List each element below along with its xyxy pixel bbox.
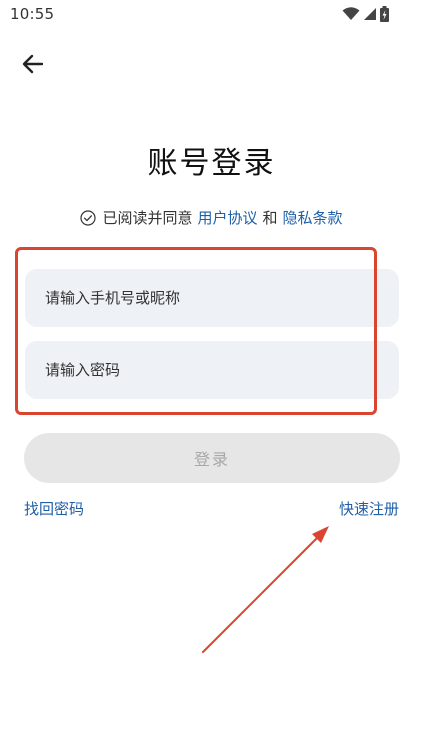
password-input[interactable]: [43, 360, 399, 380]
wifi-icon: [342, 7, 360, 20]
agreement-prefix: 已阅读并同意: [102, 209, 193, 227]
status-icons: [342, 6, 389, 22]
agreement-conjunction: 和: [262, 209, 278, 227]
account-field[interactable]: [25, 269, 399, 327]
password-field[interactable]: [25, 341, 399, 399]
agreement-row: 已阅读并同意 用户协议 和 隐私条款: [0, 207, 423, 228]
forgot-password-link[interactable]: 找回密码: [24, 498, 84, 519]
account-input[interactable]: [43, 288, 399, 308]
battery-icon: [380, 6, 389, 22]
signal-icon: [364, 8, 376, 20]
login-button[interactable]: 登录: [24, 433, 400, 483]
login-screen: 10:55 账号登录 已阅读并同意 用户协议 和 隐私条款 请输入手机号或昵称 …: [0, 0, 423, 752]
status-bar: 10:55: [0, 0, 423, 30]
agreement-checkbox[interactable]: [80, 209, 97, 226]
arrow-left-icon: [22, 54, 44, 74]
page-title: 账号登录: [147, 146, 276, 181]
back-button[interactable]: [14, 46, 52, 82]
status-time: 10:55: [10, 5, 55, 23]
quick-register-link[interactable]: 快速注册: [339, 498, 399, 519]
privacy-policy-link[interactable]: 隐私条款: [283, 207, 343, 228]
user-agreement-link[interactable]: 用户协议: [197, 207, 257, 228]
